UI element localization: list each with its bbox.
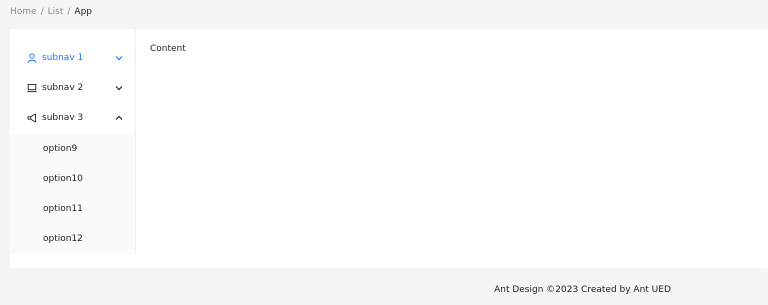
content-area: Content <box>150 44 186 54</box>
main-layout: subnav 1 subnav 2 subnav 3 option9 optio… <box>10 29 768 268</box>
breadcrumb-item-app: App <box>74 7 92 17</box>
menu-item-option12[interactable]: option12 <box>10 228 135 250</box>
submenu-label: subnav 2 <box>42 83 84 93</box>
submenu-label: subnav 1 <box>42 53 84 63</box>
sidebar-menu: subnav 1 subnav 2 subnav 3 option9 optio… <box>10 29 136 254</box>
user-icon <box>27 53 37 63</box>
menu-item-option9[interactable]: option9 <box>10 138 135 160</box>
breadcrumb-item-list[interactable]: List <box>48 6 64 18</box>
menu-item-label: option9 <box>43 144 78 154</box>
breadcrumb-separator: / <box>40 7 44 17</box>
breadcrumb-separator: / <box>67 7 71 17</box>
submenu-subnav-1[interactable]: subnav 1 <box>10 47 135 69</box>
submenu-label: subnav 3 <box>42 113 84 123</box>
chevron-up-icon <box>115 115 123 120</box>
breadcrumb-item-home[interactable]: Home <box>10 6 37 18</box>
submenu-subnav-3[interactable]: subnav 3 <box>10 107 135 129</box>
menu-item-label: option11 <box>43 204 83 214</box>
notification-icon <box>27 113 36 123</box>
chevron-down-icon <box>115 86 123 91</box>
submenu-subnav-3-options: option9 option10 option11 option12 <box>10 134 135 254</box>
menu-item-option10[interactable]: option10 <box>10 168 135 190</box>
submenu-subnav-2[interactable]: subnav 2 <box>10 77 135 99</box>
chevron-down-icon <box>115 56 123 61</box>
footer-text: Ant Design ©2023 Created by Ant UED <box>494 285 671 295</box>
breadcrumb: Home / List / App <box>10 6 92 18</box>
menu-item-option11[interactable]: option11 <box>10 198 135 220</box>
footer: Ant Design ©2023 Created by Ant UED <box>0 268 768 305</box>
laptop-icon <box>27 84 37 93</box>
menu-item-label: option12 <box>43 234 83 244</box>
menu-item-label: option10 <box>43 174 83 184</box>
